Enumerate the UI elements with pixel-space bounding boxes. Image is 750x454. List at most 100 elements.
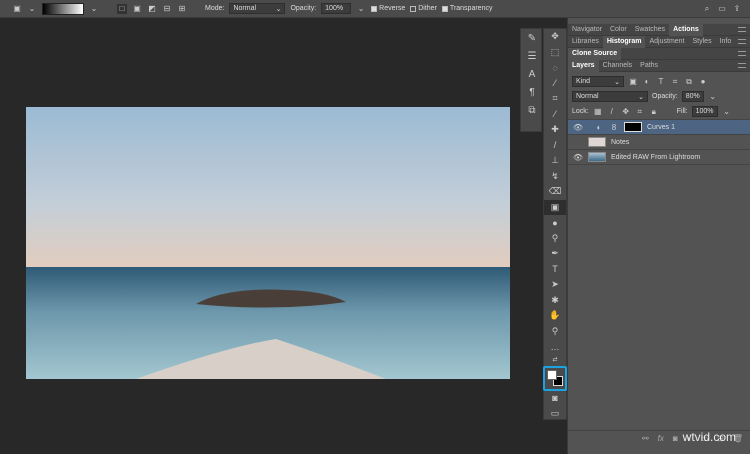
adjustment-filter-icon[interactable]: ◐	[642, 77, 652, 87]
healing-brush-tool-icon[interactable]: ✚	[544, 122, 566, 138]
eye-icon[interactable]: 👁︎	[573, 152, 583, 162]
workspace-icon[interactable]: ▭	[717, 4, 727, 14]
lock-pixels-icon[interactable]: /	[607, 107, 617, 117]
smart-object-filter-icon[interactable]: ⧉	[684, 77, 694, 87]
dither-checkbox[interactable]: Dither	[410, 5, 437, 12]
tab-libraries[interactable]: Libraries	[568, 36, 603, 48]
brush-settings-icon[interactable]: ✎	[521, 29, 543, 47]
chevron-down-icon: ⌄	[638, 93, 644, 101]
lock-artboard-icon[interactable]: ⌗	[635, 107, 645, 117]
panel-menu-icon[interactable]	[738, 51, 746, 56]
tab-clone-source[interactable]: Clone Source	[568, 47, 622, 60]
path-selection-tool-icon[interactable]: ➤	[544, 277, 566, 293]
brush-tool-icon[interactable]: /	[544, 138, 566, 154]
gradient-tool-icon[interactable]: ▣	[12, 4, 22, 14]
tab-channels[interactable]: Channels	[599, 60, 637, 72]
diamond-gradient-icon[interactable]: ⊞	[177, 4, 187, 14]
move-tool-icon[interactable]: ✥	[544, 29, 566, 45]
clone-stamp-tool-icon[interactable]: ⊥	[544, 153, 566, 169]
swap-colors-icon[interactable]: ⇄	[544, 355, 566, 365]
visibility-toggle-empty[interactable]	[573, 137, 583, 147]
document-image	[26, 107, 510, 379]
reflected-gradient-icon[interactable]: ⊟	[162, 4, 172, 14]
tab-navigator[interactable]: Navigator	[568, 24, 606, 36]
reverse-checkbox[interactable]: Reverse	[371, 5, 405, 12]
lock-all-icon[interactable]: 🔒︎	[649, 107, 659, 117]
blur-tool-icon[interactable]: ●	[544, 215, 566, 231]
fx-icon[interactable]: fx	[658, 434, 664, 443]
transparency-checkbox[interactable]: Transparency	[441, 5, 492, 12]
eye-icon[interactable]: 👁︎	[573, 122, 583, 132]
layer-name: Notes	[611, 138, 630, 146]
screen-mode-icon[interactable]: ▭	[544, 406, 566, 422]
share-icon[interactable]: ⇪	[732, 4, 742, 14]
panel-tabs-row3: Clone Source	[568, 47, 750, 60]
chevron-down-icon[interactable]: ⌄	[356, 4, 366, 14]
hand-tool-icon[interactable]: ✋	[544, 308, 566, 324]
filter-kind-select[interactable]: Kind ⌄	[572, 76, 624, 87]
angle-gradient-icon[interactable]: ◩	[147, 4, 157, 14]
type-tool-icon[interactable]: T	[544, 262, 566, 278]
layer-row[interactable]: 👁︎ Edited RAW From Lightroom	[568, 150, 750, 165]
blend-mode-select[interactable]: Normal ⌄	[572, 91, 648, 102]
tab-styles[interactable]: Styles	[689, 36, 716, 48]
tab-paths[interactable]: Paths	[636, 60, 662, 72]
layer-opacity-input[interactable]: 80%	[681, 91, 704, 102]
fill-input[interactable]: 100%	[691, 106, 718, 117]
panel-tabs-row1: Navigator Color Swatches Actions	[568, 23, 750, 36]
mode-select[interactable]: Normal ⌄	[229, 3, 286, 14]
dodge-tool-icon[interactable]: ⚲	[544, 231, 566, 247]
marquee-tool-icon[interactable]: ⬚	[544, 45, 566, 61]
paragraph-icon[interactable]: ¶	[521, 83, 543, 101]
radial-gradient-icon[interactable]: ▣	[132, 4, 142, 14]
magic-wand-tool-icon[interactable]: ⁄	[544, 76, 566, 92]
layer-row[interactable]: 👁︎ ◐ 8 Curves 1	[568, 120, 750, 135]
filter-toggle-icon[interactable]: ●	[698, 77, 708, 87]
foreground-color-swatch[interactable]	[547, 369, 557, 380]
gradient-preview[interactable]	[42, 2, 84, 15]
tab-actions[interactable]: Actions	[669, 23, 703, 36]
add-mask-icon[interactable]: ◙	[673, 434, 678, 443]
chevron-down-icon[interactable]: ⌄	[722, 107, 732, 117]
tab-histogram[interactable]: Histogram	[602, 35, 646, 48]
chevron-down-icon[interactable]: ⌄	[708, 92, 718, 102]
lock-position-icon[interactable]: ✥	[621, 107, 631, 117]
layer-row[interactable]: Notes	[568, 135, 750, 150]
history-brush-tool-icon[interactable]: ↯	[544, 169, 566, 185]
zoom-tool-icon[interactable]: ⚲	[544, 324, 566, 340]
custom-shape-tool-icon[interactable]: ✱	[544, 293, 566, 309]
character-icon[interactable]: A	[521, 65, 543, 83]
search-icon[interactable]: ⌕	[702, 4, 712, 14]
layer-comps-icon[interactable]: ⧉	[521, 101, 543, 119]
layer-thumbnail	[588, 137, 606, 147]
tab-layers[interactable]: Layers	[568, 59, 599, 72]
panel-menu-icon[interactable]	[738, 27, 746, 32]
linear-gradient-icon[interactable]: □	[117, 3, 127, 14]
gradient-tool-icon[interactable]: ▣	[544, 199, 566, 215]
pen-tool-icon[interactable]: ✒	[544, 246, 566, 262]
adjustment-layer-icon: ◐	[596, 122, 602, 132]
tab-swatches[interactable]: Swatches	[631, 24, 669, 36]
lock-transparent-icon[interactable]: ▦	[593, 107, 603, 117]
eyedropper-tool-icon[interactable]: ⁄	[544, 107, 566, 123]
tab-color[interactable]: Color	[606, 24, 631, 36]
lasso-tool-icon[interactable]: ◌	[544, 60, 566, 76]
crop-tool-icon[interactable]: ⌗	[544, 91, 566, 107]
quick-mask-icon[interactable]: ◙	[544, 391, 566, 407]
eraser-tool-icon[interactable]: ⌫	[544, 184, 566, 200]
pixel-filter-icon[interactable]: ▣	[628, 77, 638, 87]
opacity-input[interactable]: 100%	[321, 3, 352, 14]
type-filter-icon[interactable]: T	[656, 77, 666, 87]
panel-menu-icon[interactable]	[738, 39, 746, 44]
panel-menu-icon[interactable]	[738, 63, 746, 68]
chevron-down-icon[interactable]: ⌄	[27, 4, 37, 14]
more-tools-icon[interactable]: …	[544, 339, 566, 355]
chevron-down-icon[interactable]: ⌄	[89, 4, 99, 14]
tab-adjustment[interactable]: Adjustment	[645, 36, 688, 48]
shape-filter-icon[interactable]: ⌗	[670, 77, 680, 87]
adjustments-icon[interactable]: ☰	[521, 47, 543, 65]
link-layers-icon[interactable]: ⚯	[642, 434, 649, 443]
tab-info[interactable]: Info	[716, 36, 736, 48]
reverse-label: Reverse	[379, 5, 406, 12]
secondary-panel-strip: ✎ ☰ A ¶ ⧉	[520, 28, 542, 132]
